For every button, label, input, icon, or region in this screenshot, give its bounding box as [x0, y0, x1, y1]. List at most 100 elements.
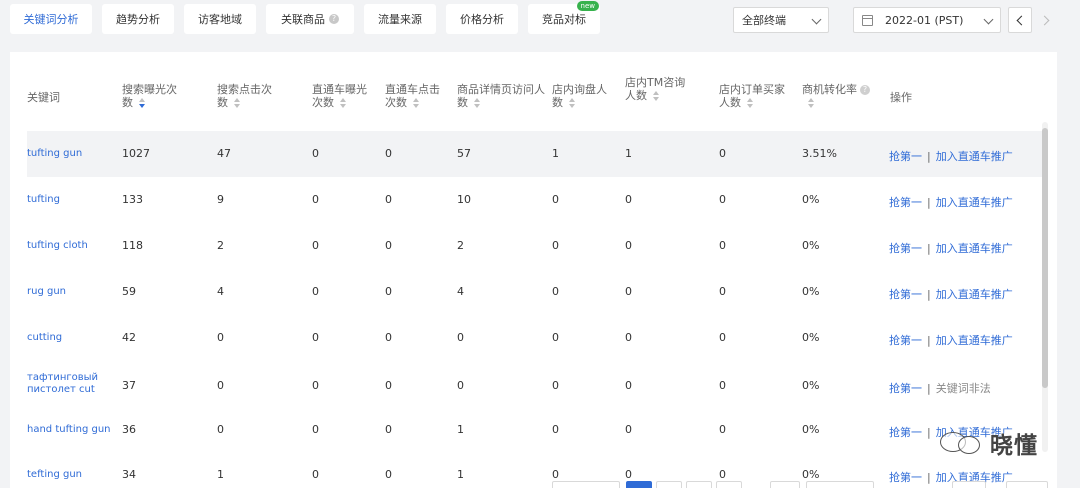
grab-first-link[interactable]: 抢第一	[889, 288, 922, 301]
keyword-link[interactable]: tufting	[27, 194, 60, 206]
tab-related-products[interactable]: 关联商品?	[266, 4, 354, 34]
pagination-page[interactable]	[716, 481, 742, 488]
cell-search-exposure: 37	[122, 379, 136, 392]
keyword-link[interactable]: hand tufting gun	[27, 424, 111, 436]
keyword-link[interactable]: тафтинговый пистолет cut	[27, 372, 109, 396]
tab-keyword-analysis[interactable]: 关键词分析	[10, 4, 92, 34]
tab-price-analysis[interactable]: 价格分析	[446, 4, 518, 34]
cell-store-tm: 0	[625, 379, 632, 392]
cell-conversion: 0%	[802, 423, 820, 436]
chevron-left-icon	[1016, 15, 1027, 25]
date-picker[interactable]: 2022-01 (PST)	[853, 7, 1001, 33]
header-ztc-exposure[interactable]: 直通车曝光次数	[312, 83, 374, 109]
grab-first-link[interactable]: 抢第一	[889, 334, 922, 347]
help-icon: ?	[860, 85, 870, 95]
scrollbar-thumb[interactable]	[1042, 128, 1048, 388]
cell-detail-visitors: 10	[457, 193, 471, 206]
keyword-link[interactable]: tufting cloth	[27, 240, 88, 252]
table-row: tufting gun 1027 47 0 0 57 1 1 0 3.51% 抢…	[27, 131, 1048, 177]
next-month-button[interactable]	[1034, 7, 1058, 33]
sort-icon[interactable]	[340, 98, 346, 108]
cell-ztc-exposure: 0	[312, 147, 319, 160]
cell-store-order: 0	[719, 147, 726, 160]
cell-ztc-exposure: 0	[312, 285, 319, 298]
add-ztc-link[interactable]: 加入直通车推广	[936, 150, 1013, 163]
cell-store-tm: 0	[625, 193, 632, 206]
cell-store-tm: 0	[625, 331, 632, 344]
cell-store-tm: 1	[625, 147, 632, 160]
grab-first-link[interactable]: 抢第一	[889, 426, 922, 439]
sort-icon[interactable]	[474, 98, 480, 108]
cell-store-order: 0	[719, 239, 726, 252]
keyword-table-card: 关键词 搜索曝光次数 搜索点击次数 直通车曝光次数 直通车点击次数 商品详情页访…	[10, 52, 1057, 488]
add-ztc-link[interactable]: 加入直通车推广	[936, 242, 1013, 255]
pagination-page[interactable]	[656, 481, 682, 488]
sort-icon[interactable]	[234, 98, 240, 108]
cell-ztc-exposure: 0	[312, 379, 319, 392]
cell-store-inquiry: 0	[552, 468, 559, 481]
cell-ztc-clicks: 0	[385, 331, 392, 344]
header-detail-visitors[interactable]: 商品详情页访问人数	[457, 83, 545, 109]
table-row: hand tufting gun 36 0 0 0 1 0 0 0 0% 抢第一…	[27, 411, 1048, 457]
cell-store-tm: 0	[625, 239, 632, 252]
cell-detail-visitors: 4	[457, 285, 464, 298]
sort-icon[interactable]	[747, 98, 753, 108]
row-actions: 抢第一 | 加入直通车推广	[889, 334, 1013, 347]
header-store-order[interactable]: 店内订单买家人数	[719, 83, 793, 109]
cell-ztc-clicks: 0	[385, 239, 392, 252]
add-ztc-link[interactable]: 加入直通车推广	[936, 288, 1013, 301]
tab-visitor-region[interactable]: 访客地域	[184, 4, 256, 34]
pagination-next-button[interactable]	[770, 481, 800, 488]
grab-first-link[interactable]: 抢第一	[889, 382, 922, 395]
cell-ztc-clicks: 0	[385, 193, 392, 206]
goto-page-button[interactable]	[1006, 481, 1048, 488]
prev-month-button[interactable]	[1008, 7, 1032, 33]
row-actions: 抢第一 | 加入直通车推广	[889, 242, 1013, 255]
tab-competitor-benchmark[interactable]: 竞品对标 new	[528, 1, 600, 34]
grab-first-link[interactable]: 抢第一	[889, 196, 922, 209]
header-ztc-clicks[interactable]: 直通车点击次数	[385, 83, 447, 109]
cell-search-clicks: 1	[217, 468, 224, 481]
calendar-icon	[862, 14, 873, 26]
goto-page-input[interactable]	[952, 481, 986, 488]
sort-icon[interactable]	[569, 98, 575, 108]
add-ztc-link[interactable]: 加入直通车推广	[936, 196, 1013, 209]
keyword-link[interactable]: cutting	[27, 332, 62, 344]
table-row: tefting gun 34 1 0 0 1 0 0 0 0% 抢第一 | 加入直通…	[27, 457, 1048, 488]
cell-detail-visitors: 0	[457, 331, 464, 344]
pagination-page-current[interactable]	[626, 481, 652, 488]
header-store-tm[interactable]: 店内TM咨询人数	[625, 76, 693, 102]
keyword-link[interactable]: rug gun	[27, 286, 66, 298]
grab-first-link[interactable]: 抢第一	[889, 471, 922, 484]
table-row: тафтинговый пистолет cut 37 0 0 0 0 0 0 …	[27, 361, 1048, 411]
grab-first-link[interactable]: 抢第一	[889, 242, 922, 255]
cell-store-inquiry: 0	[552, 239, 559, 252]
tab-trend-analysis[interactable]: 趋势分析	[102, 4, 174, 34]
cell-search-clicks: 2	[217, 239, 224, 252]
pagination-page[interactable]	[686, 481, 712, 488]
keyword-link[interactable]: tufting gun	[27, 148, 82, 160]
sort-icon[interactable]	[808, 98, 814, 108]
header-search-clicks[interactable]: 搜索点击次数	[217, 83, 277, 109]
add-ztc-link[interactable]: 加入直通车推广	[936, 334, 1013, 347]
cell-conversion: 0%	[802, 468, 820, 481]
sort-icon[interactable]	[139, 98, 145, 108]
cell-ztc-clicks: 0	[385, 285, 392, 298]
cell-conversion: 0%	[802, 285, 820, 298]
device-select[interactable]: 全部终端	[733, 7, 829, 33]
tab-traffic-source[interactable]: 流量来源	[364, 4, 436, 34]
cell-conversion: 3.51%	[802, 147, 837, 160]
grab-first-link[interactable]: 抢第一	[889, 150, 922, 163]
header-search-exposure[interactable]: 搜索曝光次数	[122, 83, 182, 109]
sort-icon[interactable]	[413, 98, 419, 108]
keyword-link[interactable]: tefting gun	[27, 469, 82, 481]
cell-search-clicks: 0	[217, 423, 224, 436]
cell-search-clicks: 0	[217, 331, 224, 344]
header-keyword: 关键词	[27, 91, 60, 104]
page-size-select[interactable]	[806, 481, 874, 488]
header-store-inquiry[interactable]: 店内询盘人数	[552, 83, 614, 109]
table-row: tufting 133 9 0 0 10 0 0 0 0% 抢第一 | 加入直通车推…	[27, 177, 1048, 223]
sort-icon[interactable]	[653, 91, 659, 101]
cell-conversion: 0%	[802, 193, 820, 206]
header-conversion[interactable]: 商机转化率?	[802, 83, 870, 109]
